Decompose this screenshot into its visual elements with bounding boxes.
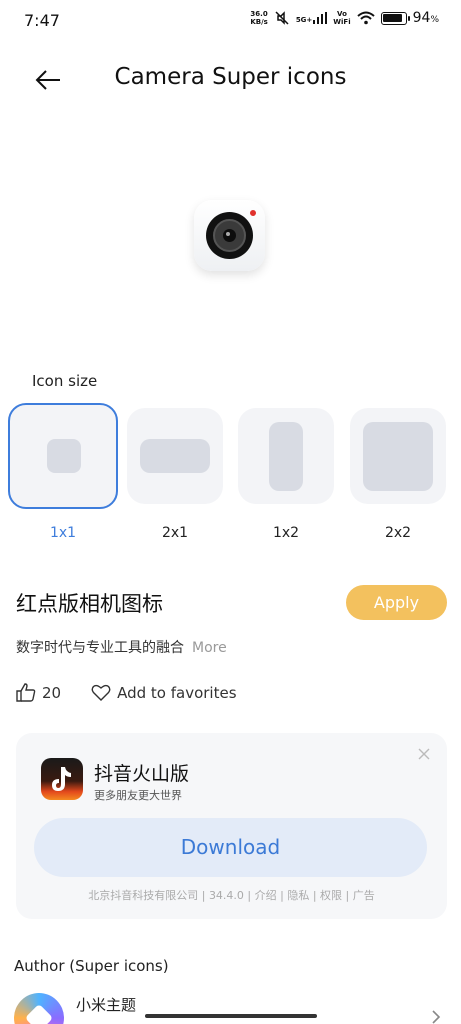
ad-app-slogan: 更多朋友更大世界 [94, 789, 182, 802]
status-icons: 36.0 KB/s 5G+ Vo WiFi 94% [250, 10, 439, 26]
like-button[interactable]: 20 [16, 683, 61, 702]
size-label-1x2: 1x2 [272, 525, 300, 541]
chevron-right-icon[interactable] [431, 1010, 441, 1024]
size-option-2x2[interactable] [350, 408, 446, 504]
description-text: 数字时代与专业工具的融合 [16, 640, 184, 656]
douyin-logo-icon [52, 767, 71, 791]
actions-row: 20 Add to favorites [16, 683, 237, 702]
author-avatar[interactable] [14, 993, 64, 1024]
theme-description: 数字时代与专业工具的融合 More [16, 637, 227, 657]
app-icon [41, 758, 83, 800]
battery-icon [380, 11, 410, 25]
heart-icon [91, 684, 111, 701]
home-indicator[interactable] [145, 1014, 317, 1018]
battery-fill [383, 14, 402, 22]
back-arrow-icon [35, 70, 60, 90]
size-label-1x1: 1x1 [49, 525, 77, 541]
back-button[interactable] [32, 64, 64, 96]
size-option-1x1[interactable] [8, 403, 118, 509]
size-option-1x2[interactable] [238, 408, 334, 504]
apply-button[interactable]: Apply [346, 585, 447, 620]
ad-link-privacy[interactable]: 隐私 [287, 889, 309, 902]
vowifi-label: Vo WiFi [333, 10, 351, 26]
ad-link-intro[interactable]: 介绍 [255, 889, 277, 902]
lens-icon [206, 212, 253, 259]
shape-2x1 [140, 439, 210, 473]
size-label-2x2: 2x2 [384, 525, 412, 541]
shape-2x2 [363, 422, 433, 491]
battery-percent: 94% [412, 10, 439, 26]
status-bar: 7:47 36.0 KB/s 5G+ Vo WiFi 94% [0, 0, 461, 40]
ad-footer: 北京抖音科技有限公司 | 34.4.0 | 介绍 | 隐私 | 权限 | 广告 [88, 889, 375, 902]
favorite-button[interactable]: Add to favorites [91, 683, 237, 702]
mute-icon [275, 11, 289, 25]
camera-preview-icon [194, 200, 265, 271]
like-count: 20 [42, 683, 62, 702]
cellular-signal: 5G+ [296, 12, 328, 24]
red-dot-icon [250, 210, 256, 216]
size-option-2x1[interactable] [127, 408, 223, 504]
author-name[interactable]: 小米主题 [76, 994, 136, 1015]
favorite-label: Add to favorites [117, 683, 237, 702]
signal-bars-icon [313, 12, 328, 24]
shape-1x1 [47, 439, 81, 473]
author-section-title: Author (Super icons) [14, 957, 169, 975]
network-speed: 36.0 KB/s [250, 10, 268, 26]
wifi-icon [356, 11, 375, 25]
ad-company: 北京抖音科技有限公司 [88, 889, 199, 902]
icon-size-label: Icon size [32, 372, 98, 390]
ad-version: 34.4.0 [208, 889, 244, 902]
size-label-2x1: 2x1 [161, 525, 189, 541]
page-title: Camera Super icons [114, 64, 347, 90]
shape-1x2 [269, 422, 303, 491]
thumbs-up-icon [16, 683, 36, 702]
theme-name: 红点版相机图标 [16, 592, 163, 616]
more-link[interactable]: More [192, 640, 227, 656]
ad-card: 抖音火山版 更多朋友更大世界 Download 北京抖音科技有限公司 | 34.… [16, 733, 447, 919]
status-time: 7:47 [24, 11, 60, 30]
ad-link-permissions[interactable]: 权限 [320, 889, 342, 902]
close-icon[interactable] [417, 747, 431, 761]
ad-app-name: 抖音火山版 [94, 763, 190, 785]
download-button[interactable]: Download [34, 818, 427, 877]
ad-link-ad[interactable]: 广告 [353, 889, 375, 902]
